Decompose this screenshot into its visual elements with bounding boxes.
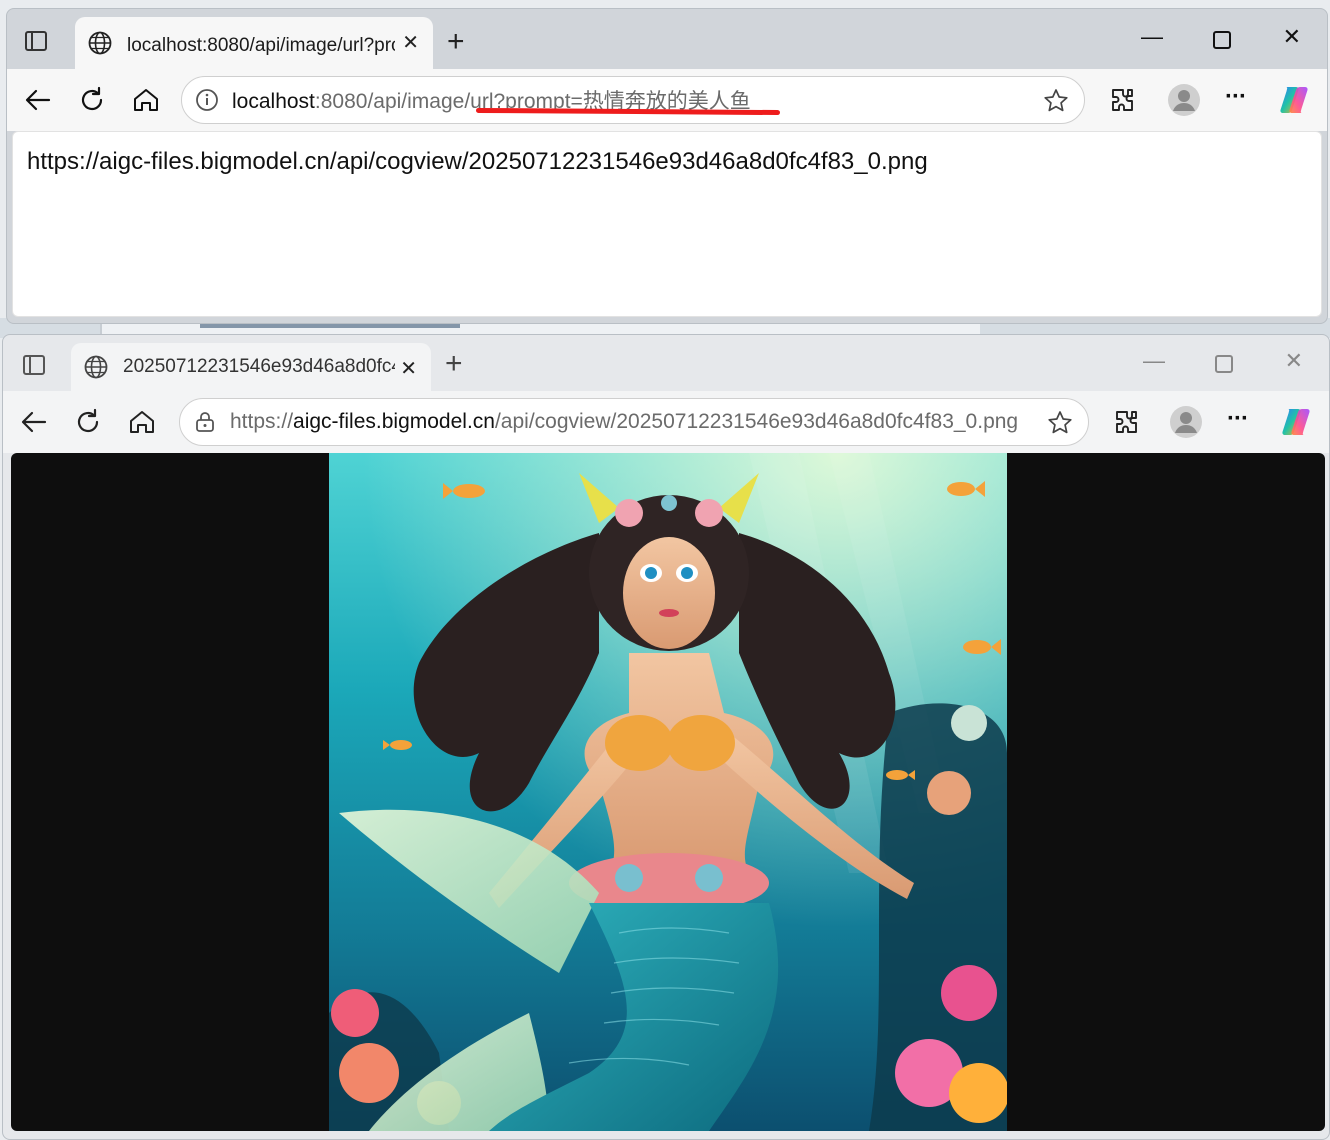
globe-icon: [88, 31, 112, 55]
close-window-button[interactable]: ✕: [1285, 349, 1303, 373]
tab-title: 20250712231546e93d46a8d0fc4f83_0.png: [123, 356, 395, 377]
more-menu-icon[interactable]: ···: [1227, 405, 1257, 435]
image-viewer: [11, 453, 1325, 1131]
minimize-button[interactable]: —: [1141, 25, 1163, 49]
reload-icon[interactable]: [73, 407, 103, 437]
browser-window-top: localhost:8080/api/image/url?prompt=热情奔放…: [6, 8, 1328, 324]
tab-close-icon[interactable]: ✕: [400, 359, 417, 379]
profile-avatar-icon[interactable]: [1167, 83, 1201, 117]
sidebar-toggle-icon[interactable]: [23, 355, 45, 375]
copilot-icon[interactable]: [1279, 405, 1313, 439]
info-icon[interactable]: [194, 87, 220, 113]
address-bar[interactable]: https://aigc-files.bigmodel.cn/api/cogvi…: [179, 398, 1089, 446]
home-icon[interactable]: [127, 407, 157, 437]
tab-strip: localhost:8080/api/image/url?prompt=热情奔放…: [7, 9, 1327, 69]
sidebar-toggle-icon[interactable]: [25, 31, 47, 51]
copilot-icon[interactable]: [1277, 83, 1311, 117]
mermaid-image: [329, 453, 1007, 1131]
address-bar[interactable]: localhost:8080/api/image/url?prompt=热情奔放…: [181, 76, 1085, 124]
profile-avatar-icon[interactable]: [1169, 405, 1203, 439]
back-arrow-icon[interactable]: [23, 85, 53, 115]
tab-close-icon[interactable]: ✕: [402, 33, 419, 53]
response-url-text: https://aigc-files.bigmodel.cn/api/cogvi…: [27, 148, 928, 175]
globe-icon: [84, 355, 108, 379]
maximize-button[interactable]: [1215, 355, 1233, 373]
extensions-icon[interactable]: [1111, 407, 1141, 437]
lock-icon[interactable]: [192, 409, 218, 435]
new-tab-button[interactable]: +: [447, 27, 465, 57]
star-icon[interactable]: [1046, 409, 1074, 437]
address-url: https://aigc-files.bigmodel.cn/api/cogvi…: [230, 410, 1019, 433]
maximize-button[interactable]: [1213, 31, 1231, 49]
navigation-toolbar: localhost:8080/api/image/url?prompt=热情奔放…: [7, 69, 1327, 131]
navigation-toolbar: https://aigc-files.bigmodel.cn/api/cogvi…: [3, 391, 1329, 453]
star-icon[interactable]: [1042, 87, 1070, 115]
close-window-button[interactable]: ✕: [1283, 25, 1301, 49]
tab-strip: 20250712231546e93d46a8d0fc4f83_0.png ✕ +…: [3, 335, 1329, 391]
tab-title: localhost:8080/api/image/url?prompt=热情奔放…: [127, 34, 395, 56]
minimize-button[interactable]: —: [1143, 349, 1165, 373]
tab-image-file[interactable]: 20250712231546e93d46a8d0fc4f83_0.png ✕: [71, 343, 431, 391]
home-icon[interactable]: [131, 85, 161, 115]
new-tab-button[interactable]: +: [445, 349, 463, 379]
page-content: https://aigc-files.bigmodel.cn/api/cogvi…: [12, 131, 1322, 317]
extensions-icon[interactable]: [1107, 85, 1137, 115]
more-menu-icon[interactable]: ···: [1225, 83, 1255, 113]
tab-localhost[interactable]: localhost:8080/api/image/url?prompt=热情奔放…: [75, 17, 433, 69]
back-arrow-icon[interactable]: [19, 407, 49, 437]
reload-icon[interactable]: [77, 85, 107, 115]
browser-window-bottom: 20250712231546e93d46a8d0fc4f83_0.png ✕ +…: [2, 334, 1330, 1140]
